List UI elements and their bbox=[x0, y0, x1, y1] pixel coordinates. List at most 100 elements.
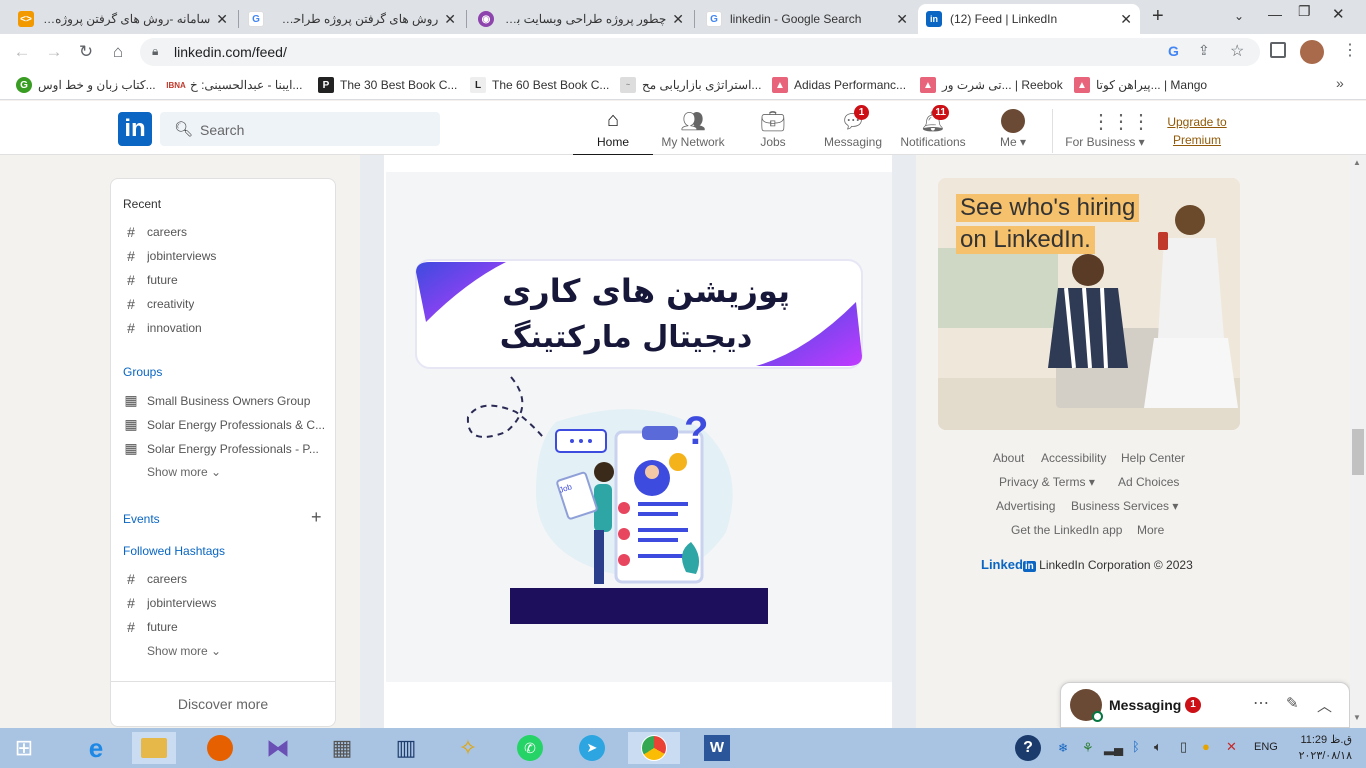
language-indicator[interactable]: ENG bbox=[1254, 741, 1278, 753]
network-tray-icon[interactable]: ✕ bbox=[1226, 739, 1237, 755]
show-more-hashtags[interactable]: Show more ⌄ bbox=[147, 644, 352, 658]
address-bar[interactable]: 🔒︎ linkedin.com/feed/ G ⇪ ☆ bbox=[140, 38, 1260, 66]
footer-advertising[interactable]: Advertising bbox=[996, 499, 1055, 513]
events-heading[interactable]: Events bbox=[123, 512, 160, 526]
footer-ad-choices[interactable]: Ad Choices bbox=[1118, 475, 1179, 489]
whatsapp-icon[interactable]: ✆ bbox=[508, 732, 552, 764]
word-icon[interactable]: W bbox=[694, 732, 740, 764]
recent-item[interactable]: # careers bbox=[123, 224, 328, 240]
scroll-down-arrow[interactable]: ▼ bbox=[1353, 713, 1361, 722]
search-input[interactable]: 🔍︎ Search bbox=[160, 112, 440, 146]
bluetooth-tray-icon[interactable]: ᛒ bbox=[1132, 739, 1140, 754]
browser-tab[interactable]: G روش های گرفتن پروژه طراحی سا ✕ bbox=[240, 4, 464, 34]
bookmark-item[interactable]: ▲ تی شرت ور... | Reebok bbox=[920, 76, 1063, 94]
footer-accessibility[interactable]: Accessibility bbox=[1041, 451, 1106, 465]
calculator-app-icon[interactable]: ▥ bbox=[384, 732, 428, 764]
recent-item[interactable]: # jobinterviews bbox=[123, 248, 328, 264]
group-item[interactable]: ▦ Solar Energy Professionals & C... bbox=[123, 416, 328, 433]
nav-my-network[interactable]: 👥︎ My Network bbox=[653, 107, 733, 155]
browser-tab-active[interactable]: in (12) Feed | LinkedIn ✕ bbox=[918, 4, 1140, 34]
bookmark-item[interactable]: ▲ Adidas Performanc... bbox=[772, 76, 906, 94]
upgrade-premium-link[interactable]: Upgrade to Premium bbox=[1160, 113, 1234, 149]
volume-tray-icon[interactable]: 🔈︎ bbox=[1154, 739, 1162, 755]
restore-button[interactable]: ❐ bbox=[1298, 3, 1311, 20]
group-item[interactable]: ▦ Solar Energy Professionals - P... bbox=[123, 440, 328, 457]
reload-button[interactable]: ↻ bbox=[74, 40, 98, 64]
tray-app-icon[interactable]: ⚘ bbox=[1082, 740, 1094, 756]
bookmark-star-icon[interactable]: ☆ bbox=[1230, 41, 1244, 61]
clock-date[interactable]: ۲۰۲۳/۰۸/۱۸ bbox=[1290, 749, 1352, 762]
browser-tab[interactable]: <> سامانه -روش های گرفتن پروژه ط ✕ bbox=[10, 4, 236, 34]
show-more-groups[interactable]: Show more ⌄ bbox=[147, 465, 352, 479]
close-icon[interactable]: ✕ bbox=[896, 11, 908, 28]
bookmark-item[interactable]: P The 30 Best Book C... bbox=[318, 76, 457, 94]
hashtag-item[interactable]: # jobinterviews bbox=[123, 595, 328, 611]
minimize-button[interactable]: — bbox=[1268, 6, 1282, 22]
footer-about[interactable]: About bbox=[993, 451, 1024, 465]
tray-app-icon[interactable]: ● bbox=[1202, 739, 1210, 754]
discover-more-link[interactable]: Discover more bbox=[111, 696, 335, 712]
compose-icon[interactable]: ✎ bbox=[1286, 694, 1299, 712]
browser-tab[interactable]: ◉ چطور پروژه طراحی وبسایت بگیر ✕ bbox=[470, 4, 692, 34]
recent-item[interactable]: # future bbox=[123, 272, 328, 288]
followed-hashtags-heading[interactable]: Followed Hashtags bbox=[123, 544, 225, 558]
linkedin-logo[interactable]: in bbox=[118, 112, 152, 146]
footer-business-services[interactable]: Business Services ▾ bbox=[1071, 499, 1178, 513]
footer-get-app[interactable]: Get the LinkedIn app bbox=[1011, 523, 1122, 537]
bookmark-item[interactable]: IBNA ایبنا - عبدالحسینی: خ... bbox=[166, 76, 302, 94]
back-button[interactable]: ← bbox=[10, 40, 34, 64]
bookmark-item[interactable]: ▲ پیراهن کوتا... | Mango bbox=[1074, 76, 1207, 94]
nav-notifications[interactable]: 🔔︎ 11 Notifications bbox=[893, 105, 973, 155]
close-icon[interactable]: ✕ bbox=[444, 11, 456, 28]
help-icon[interactable]: ? bbox=[1006, 732, 1050, 764]
close-icon[interactable]: ✕ bbox=[216, 11, 228, 28]
close-icon[interactable]: ✕ bbox=[672, 11, 684, 28]
google-translate-icon[interactable]: G bbox=[1168, 43, 1179, 59]
bookmark-item[interactable]: ~ استراتژی بازاریابی مح... bbox=[620, 76, 761, 94]
start-button[interactable]: ⊞ bbox=[2, 732, 46, 764]
nav-me[interactable]: Me ▾ bbox=[973, 107, 1053, 155]
profile-avatar[interactable] bbox=[1300, 40, 1324, 64]
recent-item[interactable]: # creativity bbox=[123, 296, 328, 312]
post-image[interactable]: ? پوزیشن های کاری دیجیتال مارکتینگ Job bbox=[386, 172, 892, 682]
menu-kebab-icon[interactable]: ⋮ bbox=[1342, 40, 1358, 60]
battery-tray-icon[interactable]: ▯ bbox=[1180, 739, 1187, 755]
window-close-button[interactable]: ✕ bbox=[1332, 5, 1345, 23]
firefox-icon[interactable] bbox=[198, 732, 242, 764]
page-scrollbar[interactable]: ▲ ▼ bbox=[1350, 155, 1366, 728]
hiring-ad[interactable]: See who's hiring on LinkedIn. bbox=[938, 178, 1240, 430]
share-icon[interactable]: ⇪ bbox=[1198, 42, 1210, 59]
nav-jobs[interactable]: 💼︎ Jobs bbox=[733, 107, 813, 155]
nav-for-business[interactable]: ⋮⋮⋮ For Business ▾ bbox=[1062, 107, 1151, 155]
nav-messaging[interactable]: 💬︎ 1 Messaging bbox=[813, 105, 893, 155]
bookmark-item[interactable]: G کتاب زبان و خط اوس... bbox=[16, 76, 156, 94]
more-bookmarks-icon[interactable]: » bbox=[1336, 75, 1344, 91]
browser-tab[interactable]: G linkedin - Google Search ✕ bbox=[698, 4, 916, 34]
telegram-icon[interactable]: ➤ bbox=[570, 732, 614, 764]
messaging-overlay[interactable]: Messaging 1 ⋯ ✎ ︿ bbox=[1060, 682, 1350, 728]
snowflake-tray-icon[interactable]: ❄ bbox=[1058, 741, 1068, 755]
close-icon[interactable]: ✕ bbox=[1120, 11, 1132, 28]
chevron-up-icon[interactable]: ︿ bbox=[1317, 695, 1332, 716]
new-tab-button[interactable]: + bbox=[1152, 5, 1164, 28]
scroll-up-arrow[interactable]: ▲ bbox=[1353, 158, 1361, 167]
tab-search-icon[interactable]: ⌄ bbox=[1234, 9, 1244, 23]
ie-icon[interactable]: e bbox=[74, 732, 118, 764]
bookmark-item[interactable]: L The 60 Best Book C... bbox=[470, 76, 609, 94]
group-item[interactable]: ▦ Small Business Owners Group bbox=[123, 392, 328, 409]
tools-app-icon[interactable]: ✧ bbox=[446, 732, 490, 764]
groups-heading[interactable]: Groups bbox=[123, 365, 162, 379]
more-options-icon[interactable]: ⋯ bbox=[1253, 693, 1269, 713]
hashtag-item[interactable]: # careers bbox=[123, 571, 328, 587]
recent-item[interactable]: # innovation bbox=[123, 320, 328, 336]
add-event-icon[interactable]: + bbox=[311, 507, 322, 528]
visual-studio-icon[interactable]: ⧓ bbox=[256, 732, 300, 764]
footer-more[interactable]: More bbox=[1137, 523, 1164, 537]
file-explorer-icon[interactable] bbox=[132, 732, 176, 764]
wall-app-icon[interactable]: ▦ bbox=[320, 732, 364, 764]
footer-help-center[interactable]: Help Center bbox=[1121, 451, 1185, 465]
chrome-icon[interactable] bbox=[628, 732, 680, 764]
nav-home[interactable]: ⌂ Home bbox=[573, 107, 653, 156]
side-panel-icon[interactable] bbox=[1270, 42, 1286, 58]
footer-privacy-terms[interactable]: Privacy & Terms ▾ bbox=[999, 475, 1095, 489]
